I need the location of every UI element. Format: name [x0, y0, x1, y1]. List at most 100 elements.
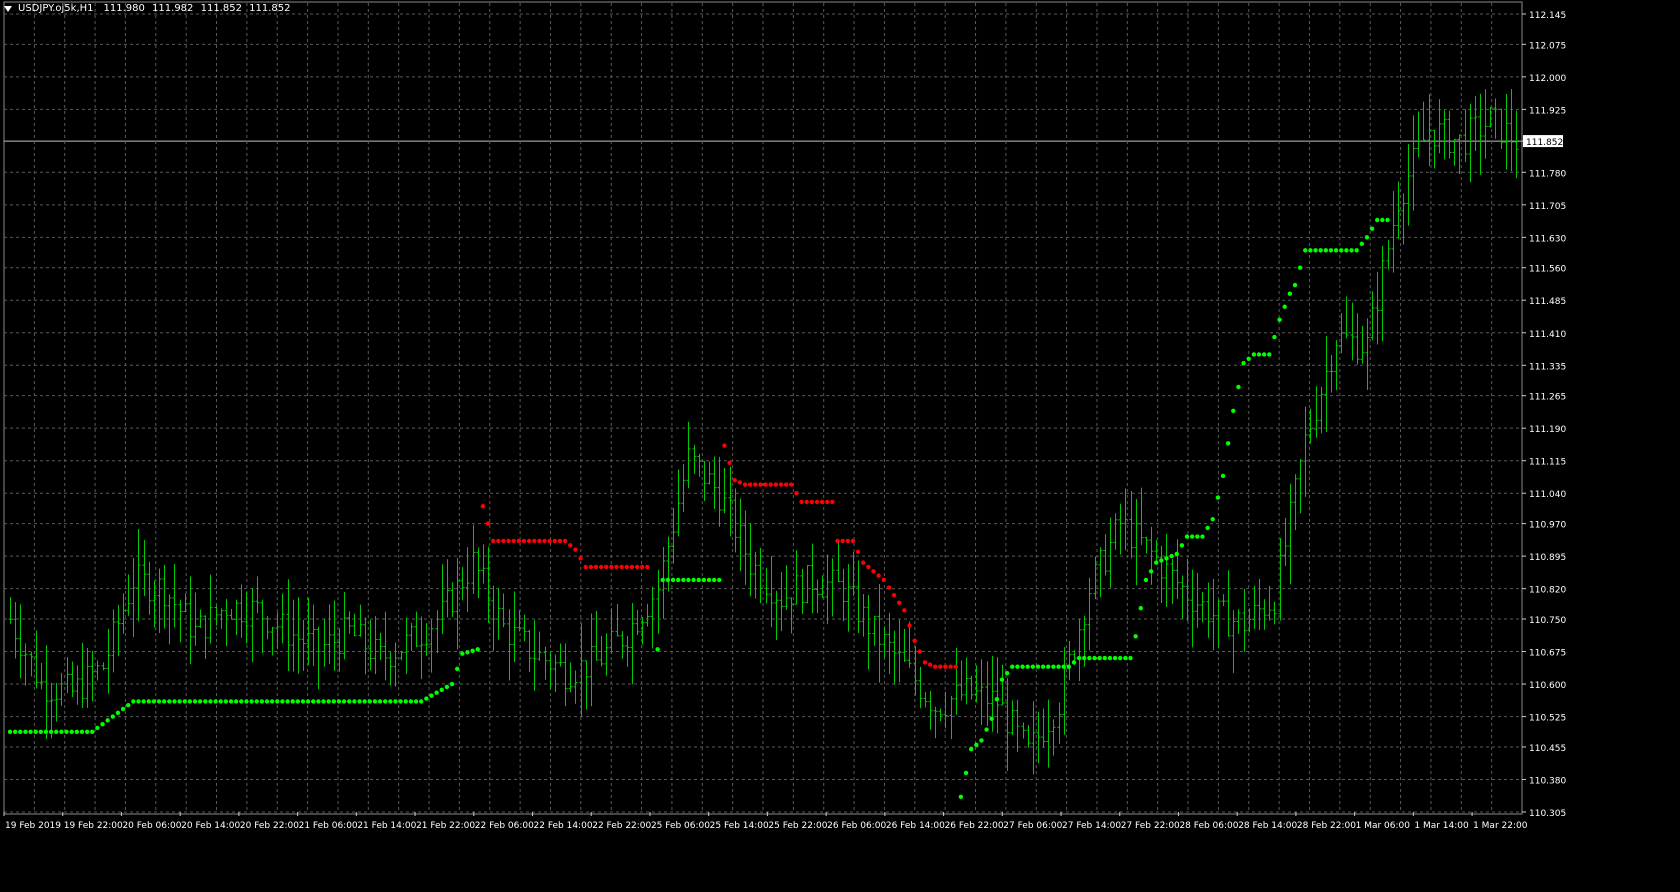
time-tick-label: 20 Feb 22:00	[240, 821, 299, 831]
sar-dot	[809, 499, 815, 505]
price-tick-label: 110.305	[1529, 809, 1566, 819]
sar-dot	[290, 699, 295, 704]
time-tick-label: 21 Feb 14:00	[357, 821, 416, 831]
sar-dot	[742, 482, 748, 487]
sar-dot	[968, 746, 974, 752]
sar-dot	[1097, 655, 1102, 661]
price-chart[interactable]: 112.145 112.075 112.000 111.925 111.852 111.7…	[0, 0, 1680, 892]
sar-dot	[1025, 664, 1030, 669]
sar-dot	[1303, 248, 1308, 253]
sar-dot	[434, 690, 439, 695]
sar-dot	[660, 577, 665, 583]
sar-dot	[1333, 248, 1339, 253]
sar-dot	[1066, 664, 1072, 669]
sar-dot	[110, 714, 115, 719]
dropdown-triangle-icon[interactable]	[4, 6, 12, 12]
sar-dot	[1051, 664, 1056, 669]
sar-dot	[311, 699, 316, 704]
time-tick-label: 20 Feb 14:00	[181, 821, 240, 831]
time-tick-label: 25 Feb 14:00	[710, 821, 769, 831]
sar-dot	[963, 770, 969, 776]
sar-dot	[1323, 248, 1329, 253]
current-price-label: 111.852	[1526, 138, 1563, 148]
sar-dot	[1020, 664, 1025, 669]
sar-dot	[1118, 655, 1123, 661]
sar-dot	[1220, 473, 1226, 479]
sar-dot	[1128, 655, 1133, 661]
sar-dot	[681, 577, 686, 583]
sar-dot	[18, 729, 23, 734]
sar-dot	[1328, 248, 1334, 253]
sar-dot	[1251, 352, 1257, 357]
sar-dot	[12, 729, 18, 734]
sar-dot	[285, 699, 290, 704]
chart-window[interactable]: 112.145 112.075 112.000 111.925 111.852 111.7…	[0, 0, 1680, 892]
sar-dot	[126, 703, 131, 708]
sar-dot	[629, 564, 635, 570]
sar-dot	[1210, 517, 1215, 522]
sar-dot	[377, 699, 383, 704]
sar-dot	[429, 693, 434, 698]
sar-dot	[922, 660, 928, 665]
price-tick-label: 112.075	[1529, 41, 1566, 51]
price-tick-label: 111.265	[1529, 393, 1566, 403]
time-tick-label: 28 Feb 14:00	[1238, 821, 1297, 831]
price-tick-label: 112.145	[1529, 11, 1566, 21]
high-value: 111.982	[152, 3, 194, 14]
sar-dot	[537, 538, 542, 544]
sar-dot	[1040, 664, 1046, 669]
sar-dot	[1256, 352, 1262, 357]
price-tick-label: 111.705	[1529, 202, 1566, 212]
sar-dot	[999, 677, 1005, 682]
sar-dot	[38, 729, 44, 734]
sar-dot	[655, 647, 660, 652]
sar-dot	[768, 482, 773, 487]
sar-dot	[722, 443, 727, 448]
sar-dot	[213, 699, 218, 704]
sar-dot	[1200, 534, 1205, 539]
sar-dot	[177, 699, 182, 704]
sar-dot	[182, 699, 187, 704]
sar-dot	[424, 696, 429, 701]
sar-dot	[187, 699, 193, 704]
sar-dot	[383, 699, 388, 704]
sar-dot	[1159, 558, 1164, 563]
sar-dot	[1349, 248, 1354, 253]
sar-dot	[686, 577, 691, 583]
time-tick-label: 25 Feb 06:00	[651, 821, 710, 831]
time-tick-label: 20 Feb 06:00	[122, 821, 181, 831]
sar-dot	[840, 538, 845, 544]
sar-dot	[1092, 655, 1097, 661]
sar-dot	[573, 547, 578, 552]
time-tick-label: 28 Feb 06:00	[1179, 821, 1238, 831]
sar-dot	[516, 538, 522, 544]
time-tick-label: 27 Feb 14:00	[1062, 821, 1121, 831]
price-tick-label: 110.750	[1529, 616, 1566, 626]
sar-dot	[665, 577, 671, 583]
sar-dot	[1030, 664, 1036, 669]
grid	[3, 1, 1523, 815]
sar-dot	[146, 699, 151, 704]
sar-dot	[223, 699, 229, 704]
sar-dot	[501, 538, 506, 544]
sar-dot	[578, 556, 583, 561]
sar-dot	[1375, 217, 1380, 223]
parabolic-sar	[7, 217, 1390, 800]
sar-dot	[737, 480, 743, 485]
sar-dot	[845, 538, 851, 544]
sar-dot	[532, 538, 537, 544]
sar-dot	[711, 577, 717, 583]
sar-dot	[100, 721, 105, 727]
sar-dot	[1225, 441, 1231, 446]
price-tick-label: 111.630	[1529, 234, 1566, 244]
sar-dot	[1344, 248, 1349, 253]
sar-dot	[701, 577, 707, 583]
sar-dot	[470, 648, 475, 654]
sar-dot	[706, 577, 712, 583]
sar-dot	[264, 699, 270, 704]
sar-dot	[799, 499, 804, 505]
sar-dot	[203, 699, 208, 704]
sar-dot	[932, 664, 938, 669]
sar-dot	[850, 538, 856, 544]
sar-dot	[352, 699, 357, 704]
